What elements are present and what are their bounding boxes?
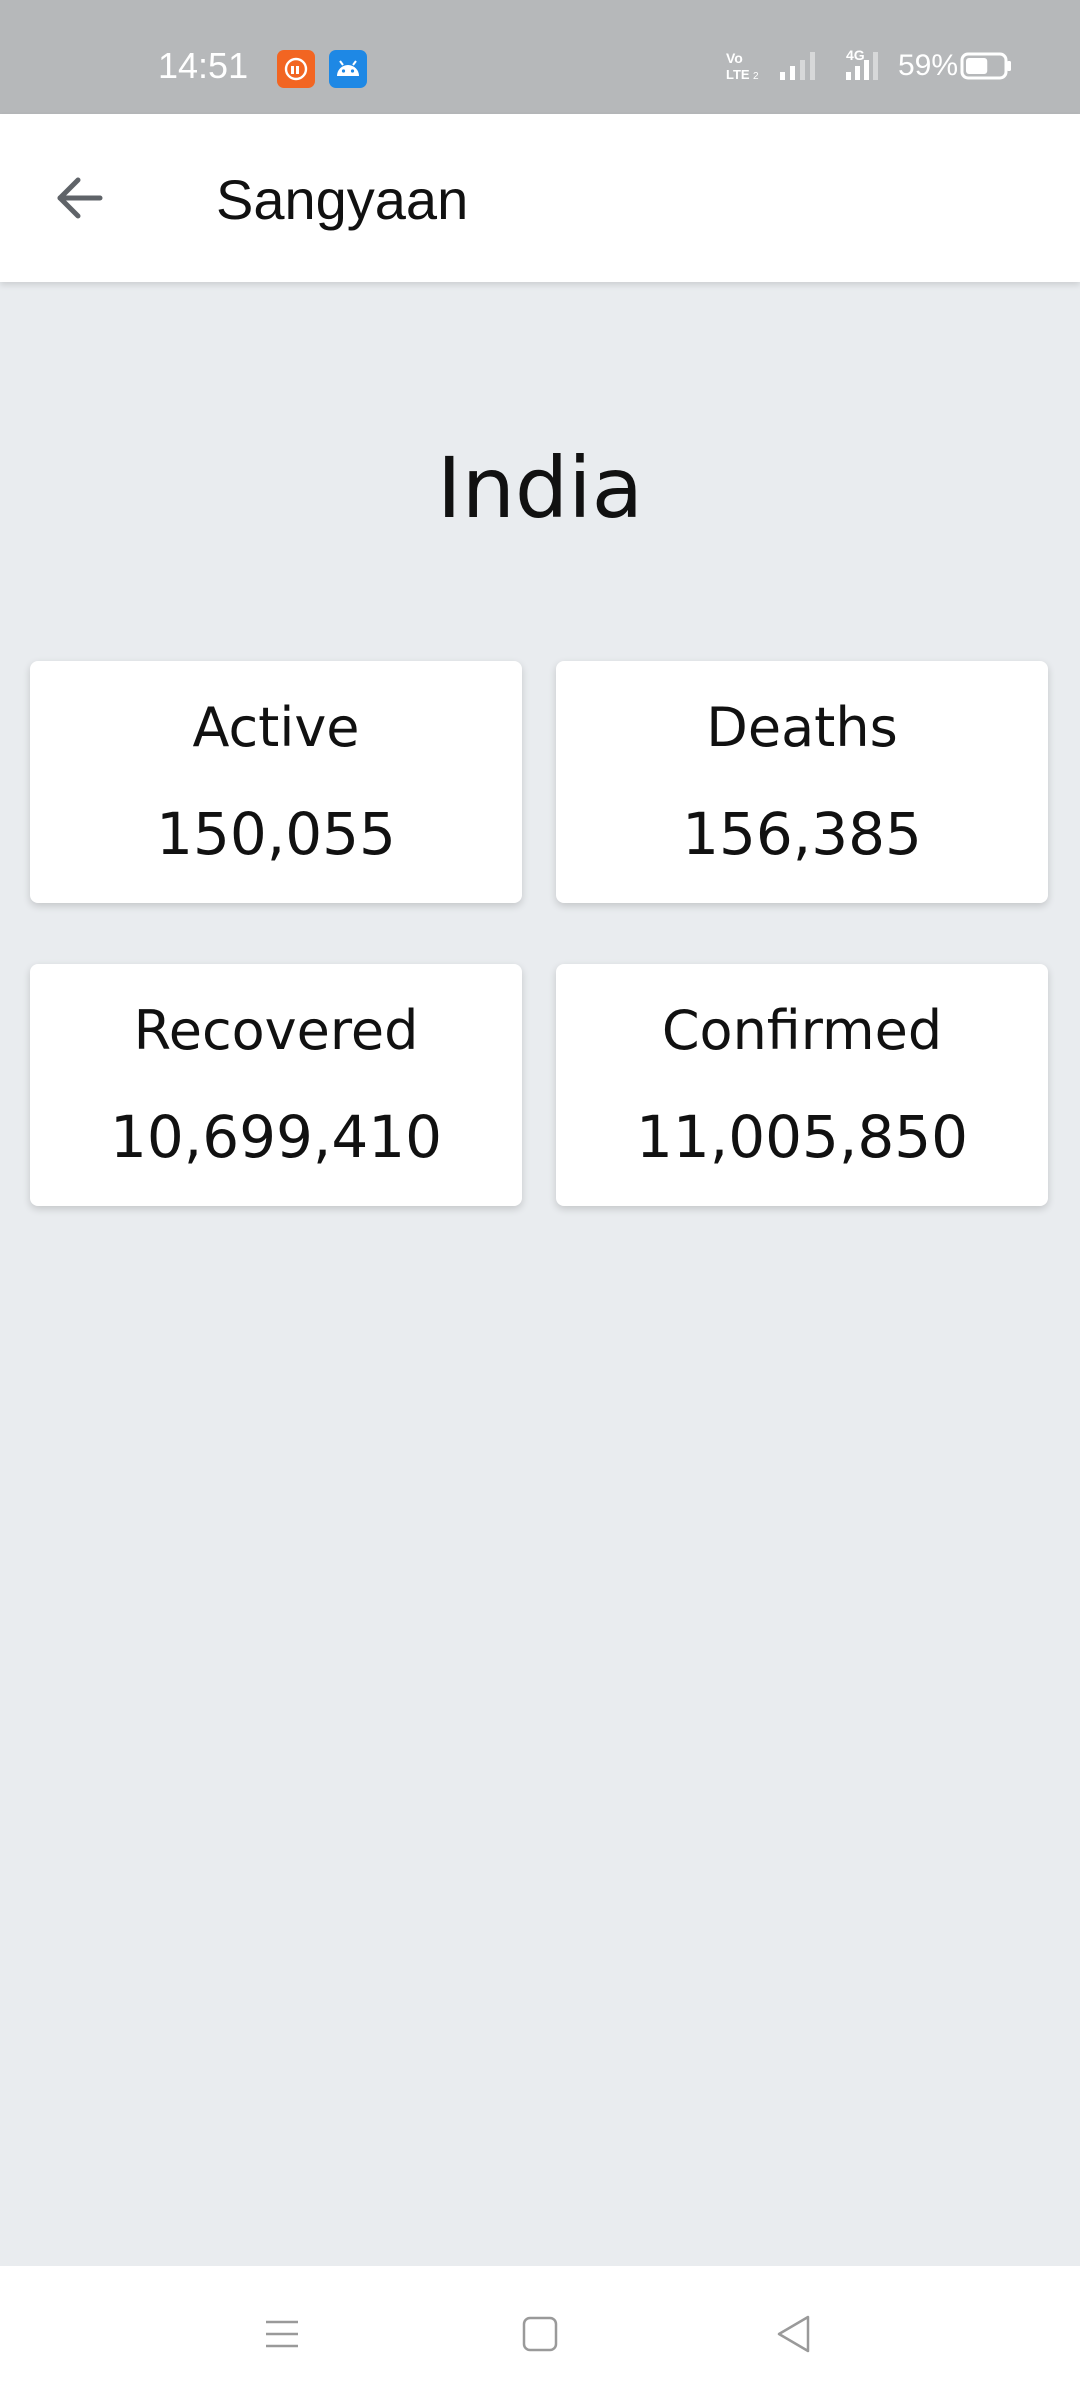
status-time: 14:51 [158, 45, 249, 86]
app-bar: Sangyaan [0, 114, 1080, 282]
arrow-left-icon [57, 177, 103, 219]
svg-text:LTE: LTE [726, 67, 750, 82]
stat-value: 156,385 [682, 800, 922, 868]
signal-icon [780, 52, 815, 80]
navigation-bar [0, 2266, 1080, 2400]
svg-text:Vo: Vo [726, 50, 743, 66]
battery-percent: 59% [898, 49, 959, 82]
stat-label: Deaths [706, 696, 898, 759]
stat-card-confirmed: Confirmed 11,005,850 [556, 964, 1048, 1206]
stat-label: Confirmed [661, 999, 943, 1062]
status-bar: 14:51 Vo LTE 2 4G 59% [0, 0, 1080, 114]
mi-notification-icon [277, 50, 315, 88]
back-button[interactable] [40, 158, 120, 238]
menu-icon [266, 2320, 298, 2348]
stat-label: Active [192, 696, 360, 759]
svg-text:2: 2 [753, 71, 759, 82]
stat-value: 150,055 [156, 800, 396, 868]
nav-home-button[interactable] [508, 2302, 572, 2366]
stat-label: Recovered [133, 999, 419, 1062]
home-icon [522, 2316, 558, 2352]
stat-value: 11,005,850 [635, 1103, 969, 1171]
stat-card-recovered: Recovered 10,699,410 [30, 964, 522, 1206]
svg-text:4G: 4G [846, 47, 865, 63]
nav-back-button[interactable] [762, 2302, 826, 2366]
nav-menu-button[interactable] [250, 2302, 314, 2366]
back-triangle-icon [777, 2315, 810, 2353]
stat-card-deaths: Deaths 156,385 [556, 661, 1048, 903]
stat-card-active: Active 150,055 [30, 661, 522, 903]
stat-value: 10,699,410 [109, 1103, 443, 1171]
country-title: India [436, 439, 644, 537]
android-notification-icon [329, 50, 367, 88]
screen: 14:51 Vo LTE 2 4G 59% Sangyaan India Act… [0, 0, 1080, 2400]
app-title: Sangyaan [216, 168, 469, 231]
volte-icon: Vo LTE 2 [726, 50, 759, 82]
signal-4g-icon: 4G [846, 47, 878, 80]
battery-icon [960, 52, 1011, 80]
